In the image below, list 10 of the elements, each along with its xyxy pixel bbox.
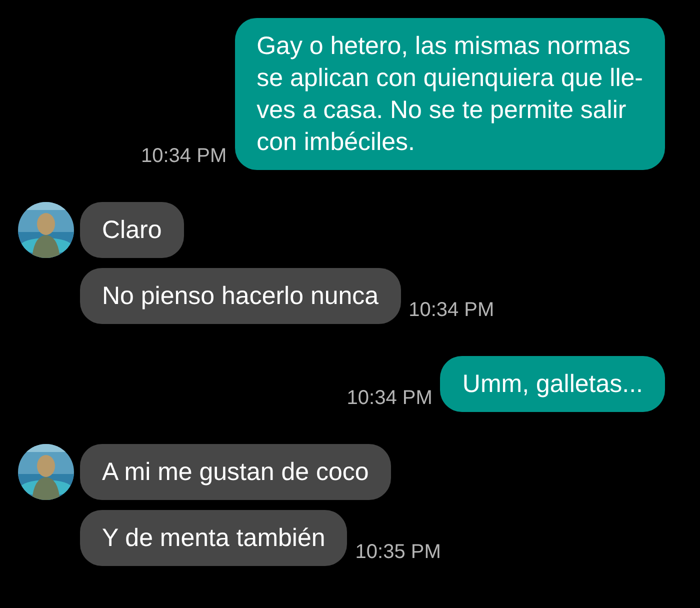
message-bubble: A mi me gustan de coco <box>80 444 391 500</box>
message-bubble: Gay o hetero, las mismas normas se aplican con quienquiera que lle- ves a casa. No se te permite salir con imbéciles. <box>234 18 665 170</box>
message-bubble: Y de menta también <box>80 510 348 566</box>
timestamp: 10:35 PM <box>355 540 441 564</box>
message-bubble: No pienso hacerlo nunca <box>80 268 401 324</box>
message-bubble: Umm, galletas... <box>440 356 665 412</box>
timestamp: 10:34 PM <box>408 298 494 322</box>
timestamp: 10:34 PM <box>346 386 432 410</box>
message-bubble: Claro <box>80 202 184 258</box>
timestamp: 10:34 PM <box>141 144 227 168</box>
